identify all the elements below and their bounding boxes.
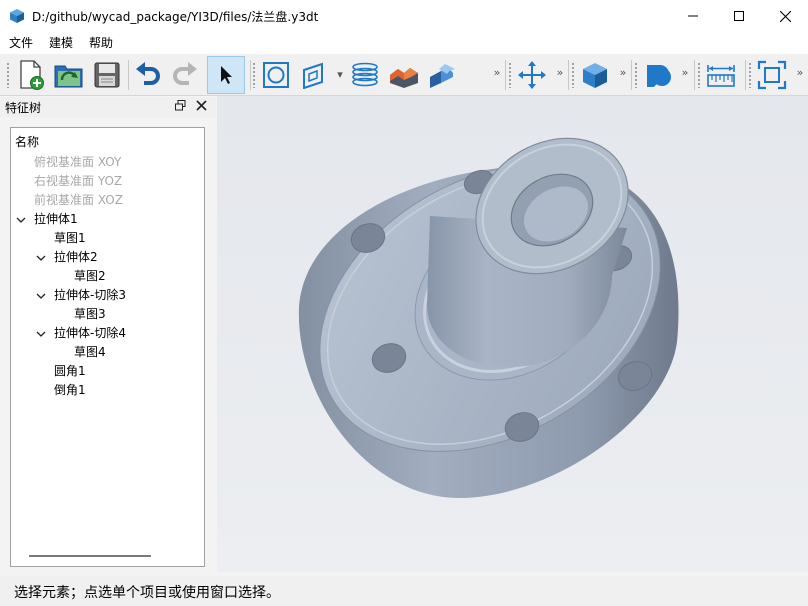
minimize-icon [688, 15, 698, 17]
move-arrows-icon [518, 61, 546, 89]
redo-icon [173, 62, 197, 85]
menu-help[interactable]: 帮助 [81, 32, 121, 54]
new-document-button[interactable] [13, 57, 49, 93]
undo-icon [136, 62, 160, 85]
tree-item-xoz-plane[interactable]: 前视基准面 XOZ [34, 191, 123, 210]
toolbar-grip[interactable] [252, 62, 256, 88]
fillet-button[interactable] [425, 57, 461, 93]
toolbar-grip[interactable] [748, 62, 752, 88]
select-button[interactable] [207, 56, 245, 94]
toolbar-overflow-2[interactable]: » [555, 66, 565, 79]
feature-panel-header: 特征树 [0, 97, 216, 117]
toolbar: ▾ » » » » » [0, 54, 808, 96]
3d-viewport[interactable] [217, 96, 808, 572]
tree-item-sketch-4[interactable]: 草图4 [74, 343, 106, 362]
tree-item-extrude-1[interactable]: 拉伸体1 [34, 210, 78, 229]
fit-view-button[interactable] [754, 57, 790, 93]
toolbar-grip[interactable] [571, 62, 575, 88]
flange-model[interactable] [217, 96, 808, 572]
feature-panel-title: 特征树 [5, 100, 42, 115]
menu-modeling[interactable]: 建模 [41, 32, 81, 54]
move-button[interactable] [514, 57, 550, 93]
menu-bar: 文件 建模 帮助 [0, 32, 808, 54]
toolbar-grip[interactable] [508, 62, 512, 88]
chevron-down-icon[interactable] [36, 253, 46, 263]
window-title: D:/github/wycad_package/YI3D/files/法兰盘.y… [32, 9, 319, 24]
toolbar-overflow-5[interactable]: » [795, 66, 805, 79]
tree-item-sketch-1[interactable]: 草图1 [54, 229, 86, 248]
circle-in-square-icon [263, 62, 289, 88]
close-button[interactable] [762, 0, 808, 32]
tree-item-extrude-2[interactable]: 拉伸体2 [54, 248, 98, 267]
minimize-button[interactable] [670, 0, 716, 32]
tree-item-sketch-3[interactable]: 草图3 [74, 305, 106, 324]
app-window: D:/github/wycad_package/YI3D/files/法兰盘.y… [0, 0, 808, 606]
toolbar-grip[interactable] [697, 62, 701, 88]
status-message: 选择元素；点选单个项目或使用窗口选择。 [14, 585, 280, 601]
plane-dropdown-arrow[interactable]: ▾ [335, 68, 345, 81]
save-button[interactable] [89, 57, 125, 93]
open-file-button[interactable] [51, 57, 87, 93]
toolbar-grip[interactable] [634, 62, 638, 88]
tree-item-xoy-plane[interactable]: 俯视基准面 XOY [34, 153, 121, 172]
floppy-disk-icon [94, 62, 120, 88]
fillet-icon [430, 64, 455, 88]
status-bar: 选择元素；点选单个项目或使用窗口选择。 [0, 576, 808, 606]
sketch-plane-button[interactable] [296, 57, 332, 93]
maximize-button[interactable] [716, 0, 762, 32]
measure-button[interactable] [703, 57, 739, 93]
chevron-down-icon[interactable] [16, 215, 26, 225]
view-cube-button[interactable] [577, 57, 613, 93]
display-mode-button[interactable] [640, 57, 676, 93]
fit-view-icon [757, 60, 787, 90]
toolbar-overflow-1[interactable]: » [492, 66, 502, 79]
tree-item-yoz-plane[interactable]: 右视基准面 YOZ [34, 172, 122, 191]
chevron-down-icon[interactable] [36, 329, 46, 339]
cursor-arrow-icon [221, 66, 232, 84]
close-panel-icon[interactable] [196, 100, 207, 111]
app-logo-icon [10, 9, 24, 23]
helix-button[interactable] [347, 57, 383, 93]
cut-block-icon [390, 68, 418, 88]
new-document-icon [20, 60, 44, 90]
sketch-circle-button[interactable] [258, 57, 294, 93]
plane-icon [303, 62, 323, 89]
tree-item-fillet-1[interactable]: 圆角1 [54, 362, 86, 381]
toolbar-overflow-4[interactable]: » [680, 66, 690, 79]
menu-file[interactable]: 文件 [0, 32, 41, 54]
maximize-icon [734, 11, 744, 21]
tree-item-chamfer-1[interactable]: 倒角1 [54, 381, 86, 400]
tree-item-extrude-cut-3[interactable]: 拉伸体-切除3 [54, 286, 126, 305]
shape-icon [647, 65, 671, 87]
chevron-down-icon[interactable] [36, 291, 46, 301]
helix-icon [352, 62, 378, 87]
tree-item-sketch-2[interactable]: 草图2 [74, 267, 106, 286]
close-icon [779, 10, 791, 22]
float-panel-icon[interactable] [175, 100, 186, 111]
undo-button[interactable] [130, 57, 166, 93]
tree-item-extrude-cut-4[interactable]: 拉伸体-切除4 [54, 324, 126, 343]
toolbar-overflow-3[interactable]: » [618, 66, 628, 79]
redo-button[interactable] [167, 57, 203, 93]
tree-column-header: 名称 [15, 135, 40, 149]
extrude-cut-button[interactable] [386, 57, 422, 93]
ruler-icon [707, 65, 735, 87]
feature-tree: 名称 俯视基准面 XOY 右视基准面 YOZ 前视基准面 XOZ 拉伸体1 草图… [10, 127, 205, 567]
open-file-icon [54, 65, 83, 88]
tree-horizontal-scrollbar[interactable] [29, 555, 151, 557]
title-bar: D:/github/wycad_package/YI3D/files/法兰盘.y… [0, 0, 808, 32]
cube-icon [583, 63, 607, 88]
toolbar-grip[interactable] [6, 62, 10, 88]
